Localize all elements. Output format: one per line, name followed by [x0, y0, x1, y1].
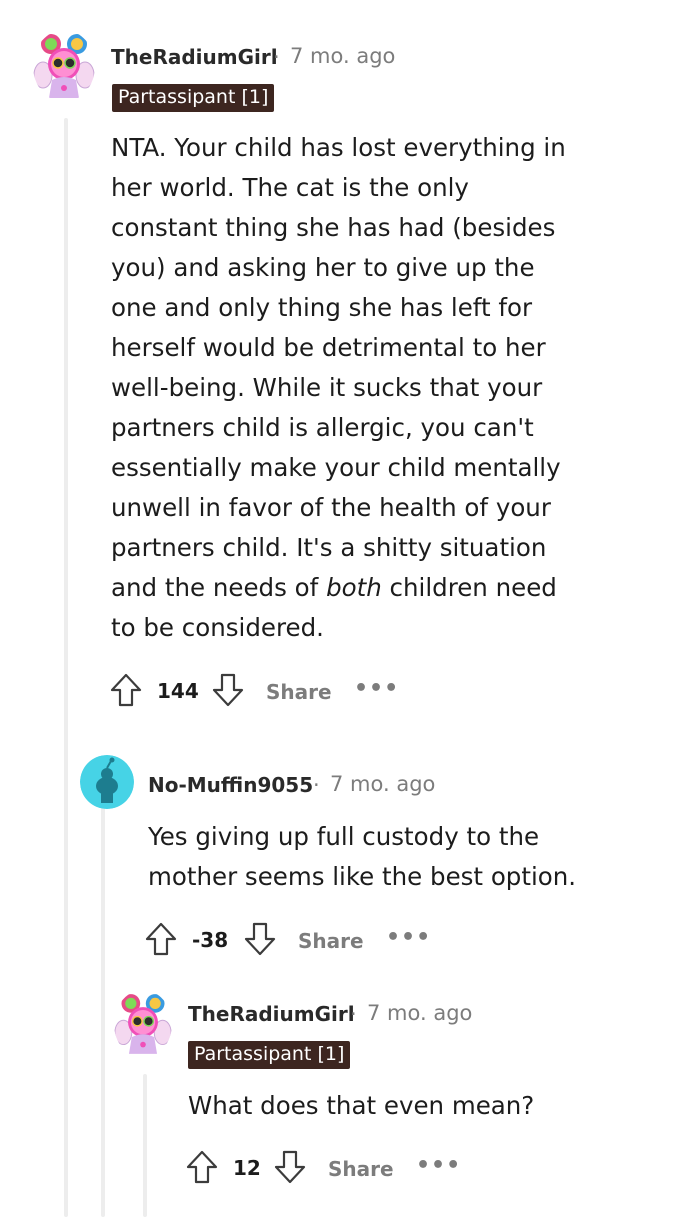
comment-line: mother seems like the best option. — [148, 862, 577, 891]
comment-line: and the needs of both children need — [111, 568, 691, 608]
share-button[interactable]: Share — [266, 680, 332, 704]
thread-line-level-3[interactable] — [143, 1074, 147, 1217]
comment-line: Yes giving up full custody to the — [148, 822, 540, 851]
thread-line-level-1[interactable] — [64, 118, 68, 1217]
comment-text: children need — [381, 573, 557, 602]
upvote-arrow-icon[interactable] — [144, 921, 178, 957]
comment-timestamp[interactable]: 7 mo. ago — [367, 1001, 472, 1025]
comment-body: Yes giving up full custody to the mother… — [148, 817, 688, 897]
share-button[interactable]: Share — [328, 1157, 394, 1181]
upvote-arrow-icon[interactable] — [109, 672, 143, 708]
comment-line: to be considered. — [111, 613, 324, 642]
comment-line: partners child. It's a shitty situation — [111, 533, 547, 562]
comment-author[interactable]: No-Muffin9055 — [148, 773, 313, 797]
emphasis-text: both — [326, 573, 382, 602]
separator-dot: · — [313, 773, 320, 797]
comment-author[interactable]: TheRadiumGirl — [188, 1002, 355, 1026]
comment-body: NTA. Your child has lost everything in h… — [111, 128, 691, 648]
downvote-arrow-icon[interactable] — [273, 1149, 307, 1185]
comment-timestamp[interactable]: 7 mo. ago — [290, 44, 395, 68]
default-snoo-avatar[interactable] — [80, 755, 134, 809]
radium-girl-avatar[interactable] — [114, 990, 172, 1058]
comment-line: constant thing she has had (besides — [111, 213, 556, 242]
upvote-arrow-icon[interactable] — [185, 1149, 219, 1185]
vote-score: 144 — [157, 679, 199, 703]
comment-line: well-being. While it sucks that your — [111, 373, 543, 402]
comment-line: What does that even mean? — [188, 1091, 535, 1120]
comment-timestamp[interactable]: 7 mo. ago — [330, 772, 435, 796]
share-button[interactable]: Share — [298, 929, 364, 953]
user-flair: Partassipant [1] — [112, 84, 275, 112]
downvote-arrow-icon[interactable] — [243, 921, 277, 957]
separator-dot: · — [350, 1002, 357, 1026]
comment-line: one and only thing she has left for — [111, 293, 533, 322]
vote-score: 12 — [233, 1156, 261, 1180]
comment-text: and the needs of — [111, 573, 327, 602]
radium-girl-avatar[interactable] — [33, 30, 95, 102]
more-options-icon[interactable]: ••• — [386, 927, 431, 949]
comment-line: partners child is allergic, you can't — [111, 413, 534, 442]
thread-line-level-2[interactable] — [101, 808, 105, 1217]
more-options-icon[interactable]: ••• — [354, 678, 399, 700]
comment-line: her world. The cat is the only — [111, 173, 469, 202]
comment-body: What does that even mean? — [188, 1086, 688, 1126]
separator-dot: · — [273, 45, 280, 69]
vote-score: -38 — [192, 928, 229, 952]
comment-line: essentially make your child mentally — [111, 453, 561, 482]
comment-line: unwell in favor of the health of your — [111, 493, 551, 522]
comment-author[interactable]: TheRadiumGirl — [111, 45, 278, 69]
comment-line: NTA. Your child has lost everything in — [111, 133, 566, 162]
comment-line: herself would be detrimental to her — [111, 333, 546, 362]
more-options-icon[interactable]: ••• — [416, 1155, 461, 1177]
user-flair: Partassipant [1] — [188, 1041, 351, 1069]
downvote-arrow-icon[interactable] — [211, 672, 245, 708]
comment-line: you) and asking her to give up the — [111, 253, 535, 282]
